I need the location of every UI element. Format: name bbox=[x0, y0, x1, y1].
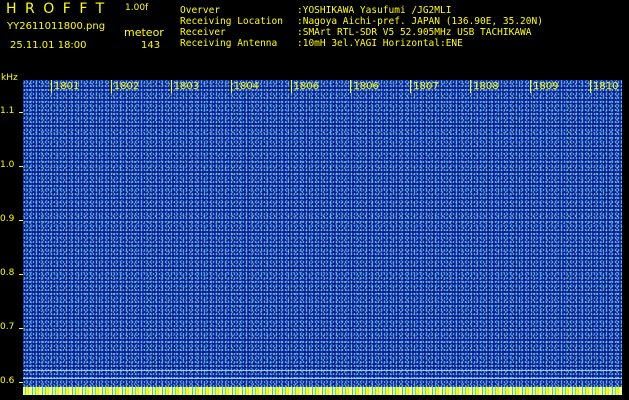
y-tick-mark bbox=[19, 327, 23, 329]
y-tick-mark bbox=[19, 273, 23, 275]
y-axis-unit: kHz bbox=[1, 73, 18, 83]
signal-band bbox=[23, 387, 622, 395]
info-value: :SMArt RTL-SDR V5 52.905MHz USB TACHIKAW… bbox=[297, 27, 532, 38]
y-tick-label: 0.8 bbox=[0, 267, 15, 278]
info-value: :Nagoya Aichi-pref. JAPAN (136.90E, 35.2… bbox=[297, 16, 543, 27]
y-tick-label: 0.7 bbox=[0, 321, 15, 332]
event-count: 143 bbox=[141, 40, 161, 51]
x-tick-label: 1806 bbox=[350, 80, 379, 93]
y-tick-mark bbox=[19, 381, 23, 383]
y-tick-mark bbox=[19, 112, 23, 114]
info-key: Overver bbox=[180, 5, 221, 16]
marker-line-lower bbox=[23, 378, 622, 379]
y-tick-label: 1.0 bbox=[0, 160, 15, 171]
x-tick-label: 1810 bbox=[590, 80, 618, 93]
timestamp: 25.11.01 18:00 bbox=[10, 40, 87, 51]
x-tick-label: 1808 bbox=[470, 80, 499, 93]
info-key: Receiver bbox=[180, 27, 226, 38]
x-tick-label: 1806 bbox=[290, 80, 319, 93]
spectrogram-plot bbox=[23, 80, 622, 395]
x-tick-label: 1809 bbox=[530, 80, 559, 93]
spectrogram-noise bbox=[23, 80, 622, 395]
info-row-observer: Overver :YOSHIKAWA Yasufumi /JG2MLI bbox=[180, 5, 543, 16]
y-tick-label: 0.6 bbox=[0, 375, 15, 386]
station-info-table: Overver :YOSHIKAWA Yasufumi /JG2MLI Rece… bbox=[180, 5, 543, 49]
x-tick-label: 1804 bbox=[230, 80, 259, 93]
info-row-receiver: Receiver :SMArt RTL-SDR V5 52.905MHz USB… bbox=[180, 27, 543, 38]
y-tick-label: 1.1 bbox=[0, 106, 15, 117]
info-row-antenna: Receiving Antenna :10mH 3el.YAGI Horizon… bbox=[180, 38, 543, 49]
marker-line-upper bbox=[23, 370, 622, 371]
info-key: Receiving Antenna bbox=[180, 38, 278, 49]
x-tick-label: 1801 bbox=[50, 80, 79, 93]
y-tick-mark bbox=[19, 220, 23, 221]
app-version: 1.00f bbox=[125, 3, 149, 13]
y-tick-label: 0.9 bbox=[0, 214, 15, 224]
app-title: HROFFT bbox=[6, 1, 113, 17]
x-tick-label: 1807 bbox=[410, 80, 439, 93]
info-value: :10mH 3el.YAGI Horizontal:ENE bbox=[297, 38, 463, 49]
file-name: YY2611011800.png bbox=[7, 21, 106, 32]
info-row-location: Receiving Location :Nagoya Aichi-pref. J… bbox=[180, 16, 543, 27]
info-key: Receiving Location bbox=[180, 16, 283, 27]
x-tick-label: 1802 bbox=[110, 80, 139, 93]
mode-label: meteor bbox=[124, 26, 164, 39]
y-tick-mark bbox=[19, 166, 23, 168]
hrofft-screen: HROFFT 1.00f YY2611011800.png meteor 25.… bbox=[0, 0, 629, 400]
x-tick-label: 1803 bbox=[170, 80, 199, 93]
info-value: :YOSHIKAWA Yasufumi /JG2MLI bbox=[297, 5, 452, 16]
